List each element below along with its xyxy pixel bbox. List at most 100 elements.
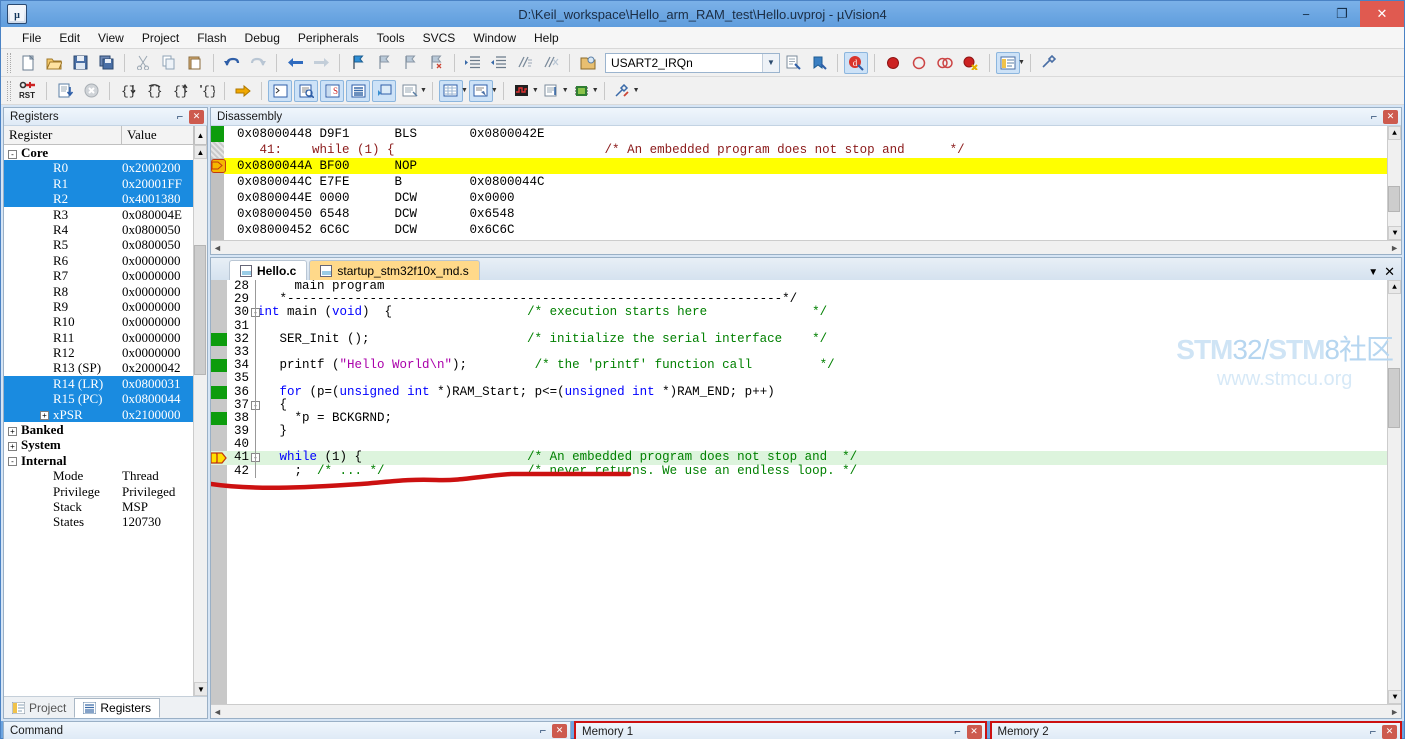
insert-breakpoint-icon[interactable] [881, 52, 905, 74]
tree-toggle-icon[interactable]: + [8, 426, 17, 436]
tab-list-chevron-down-icon[interactable]: ▼ [1368, 267, 1378, 278]
trace-window-icon[interactable] [540, 80, 564, 102]
run-icon[interactable] [53, 80, 77, 102]
chevron-down-icon[interactable]: ▼ [1018, 59, 1025, 66]
scrollbar-thumb[interactable] [1388, 368, 1400, 428]
stop-icon[interactable] [79, 80, 103, 102]
kill-all-breakpoints-icon[interactable] [933, 52, 957, 74]
register-row[interactable]: Mode Thread [4, 468, 207, 483]
close-icon[interactable]: ✕ [1382, 724, 1397, 739]
menu-item-project[interactable]: Project [133, 29, 188, 47]
chevron-down-icon[interactable]: ▼ [562, 87, 569, 94]
serial-window-icon[interactable] [468, 79, 493, 102]
editor-scrollbar[interactable]: ▲ ▼ [1387, 280, 1401, 704]
configure-icon[interactable] [1037, 52, 1061, 74]
disable-all-breakpoints-icon[interactable] [959, 52, 983, 74]
minimize-button[interactable]: − [1288, 1, 1324, 27]
code-line[interactable]: 36 for (p=(unsigned int *)RAM_Start; p<=… [211, 385, 1401, 399]
disassembly-instruction-line[interactable]: 0x08000450 6548 DCW 0x6548 [211, 206, 1401, 222]
code-line[interactable]: 30-int main (void) { /* execution starts… [211, 306, 1401, 320]
scrollbar-thumb[interactable] [1388, 186, 1400, 212]
disassembly-instruction-line[interactable]: 0x0800044C E7FE B 0x0800044C [211, 174, 1401, 190]
scrollbar-thumb[interactable] [194, 245, 206, 375]
run-to-cursor-icon[interactable]: {} [194, 80, 218, 102]
register-row[interactable]: R11 0x0000000 [4, 330, 207, 345]
watch-window-icon[interactable] [398, 80, 422, 102]
chevron-down-icon[interactable]: ▼ [532, 87, 539, 94]
menu-item-debug[interactable]: Debug [236, 29, 289, 47]
manage-windows-icon[interactable] [996, 51, 1020, 74]
register-row[interactable]: - Internal [4, 453, 207, 468]
disassembly-instruction-line[interactable]: 0x0800044A BF00 NOP [211, 158, 1401, 174]
code-line[interactable]: 34 printf ("Hello World\n"); /* the 'pri… [211, 358, 1401, 373]
register-row[interactable]: R14 (LR) 0x0800031 [4, 375, 207, 392]
close-button[interactable]: ✕ [1360, 1, 1404, 27]
disassembly-instruction-line[interactable]: 0x08000448 D9F1 BLS 0x0800042E [211, 126, 1401, 142]
disassembly-instruction-line[interactable]: 0x08000454 206F DCW 0x206F [211, 238, 1401, 240]
bookmark-clear-icon[interactable] [424, 52, 448, 74]
comment-icon[interactable] [513, 52, 537, 74]
step-over-icon[interactable]: {} [142, 80, 166, 102]
pin-icon[interactable]: ⌐ [536, 725, 550, 737]
scroll-down-arrow[interactable]: ▼ [1388, 690, 1401, 704]
menu-item-flash[interactable]: Flash [188, 29, 235, 47]
register-row[interactable]: R3 0x080004E [4, 207, 207, 222]
scroll-up-arrow[interactable]: ▲ [194, 145, 207, 159]
chevron-down-icon[interactable]: ▼ [461, 87, 468, 94]
register-row[interactable]: R15 (PC) 0x0800044 [4, 391, 207, 407]
register-row[interactable]: R8 0x0000000 [4, 284, 207, 299]
tree-toggle-icon[interactable]: - [8, 457, 17, 467]
register-row[interactable]: Privilege Privileged [4, 484, 207, 499]
registers-window-icon[interactable] [346, 79, 370, 102]
step-out-icon[interactable]: {} [168, 80, 192, 102]
copy-icon[interactable] [157, 52, 181, 74]
code-line[interactable]: 32 SER_Init (); /* initialize the serial… [211, 332, 1401, 346]
close-icon[interactable]: ✕ [552, 723, 567, 738]
disable-breakpoint-icon[interactable] [907, 52, 931, 74]
menu-item-help[interactable]: Help [525, 29, 568, 47]
disassembly-instruction-line[interactable]: 0x0800044E 0000 DCW 0x0000 [211, 190, 1401, 206]
registers-scrollbar[interactable]: ▲ ▼ [193, 145, 207, 696]
register-row[interactable]: R13 (SP) 0x2000042 [4, 360, 207, 375]
toolbar-grip[interactable] [7, 52, 11, 73]
chevron-down-icon[interactable]: ▼ [633, 87, 640, 94]
chevron-down-icon[interactable]: ▼ [592, 87, 599, 94]
code-line[interactable]: 39 } [211, 424, 1401, 439]
code-line[interactable]: 38 *p = BCKGRND; [211, 411, 1401, 426]
menu-item-file[interactable]: File [13, 29, 50, 47]
register-row[interactable]: R4 0x0800050 [4, 222, 207, 237]
maximize-button[interactable]: ❐ [1324, 1, 1360, 27]
toolbar-grip[interactable] [7, 80, 11, 101]
tree-toggle-icon[interactable]: + [40, 411, 49, 421]
register-row[interactable]: R5 0x0800050 [4, 237, 207, 252]
system-viewer-icon[interactable] [570, 80, 594, 102]
target-combo[interactable]: USART2_IRQn ▼ [605, 52, 780, 73]
show-next-statement-icon[interactable] [231, 80, 255, 102]
close-icon[interactable]: ✕ [966, 724, 982, 739]
register-row[interactable]: + Banked [4, 422, 207, 437]
open-project-icon[interactable] [576, 52, 600, 74]
outdent-icon[interactable] [487, 52, 511, 74]
indent-icon[interactable] [461, 52, 485, 74]
disassembly-window-icon[interactable] [294, 79, 318, 102]
bookmark-toggle-icon[interactable] [346, 52, 370, 74]
step-into-icon[interactable]: {} [116, 80, 140, 102]
code-view[interactable]: 28 main program 29 *---------------------… [211, 280, 1401, 704]
scroll-down-arrow[interactable]: ▼ [1388, 226, 1401, 240]
scroll-up-arrow[interactable]: ▲ [1388, 126, 1401, 140]
uncomment-icon[interactable] [539, 52, 563, 74]
analysis-window-icon[interactable] [510, 80, 534, 102]
scroll-down-arrow[interactable]: ▼ [194, 682, 207, 696]
menu-item-tools[interactable]: Tools [368, 29, 414, 47]
cut-icon[interactable] [131, 52, 155, 74]
registers-tree[interactable]: - Core R0 0x2000200 R1 0x20001FF R2 0x4001380 R3… [4, 145, 207, 696]
register-row[interactable]: R10 0x0000000 [4, 314, 207, 329]
register-row[interactable]: States 120730 [4, 514, 207, 529]
chevron-down-icon[interactable]: ▼ [420, 87, 427, 94]
register-row[interactable]: + xPSR 0x2100000 [4, 406, 207, 423]
chevron-down-icon[interactable]: ▼ [762, 53, 779, 72]
close-icon[interactable]: ✕ [189, 109, 204, 124]
navigate-forward-icon[interactable] [309, 52, 333, 74]
scroll-right-arrow[interactable]: ► [1390, 243, 1399, 253]
register-row[interactable]: R6 0x0000000 [4, 253, 207, 268]
